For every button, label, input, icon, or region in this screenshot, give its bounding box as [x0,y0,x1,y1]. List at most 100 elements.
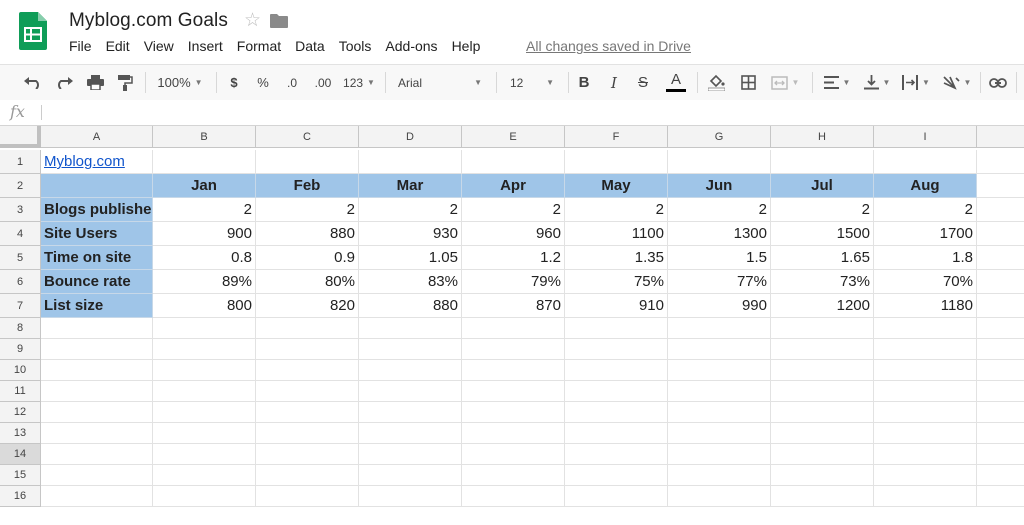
cell[interactable] [153,444,256,465]
cell[interactable] [462,444,565,465]
decrease-decimal-button[interactable]: .0 [281,65,303,100]
column-header[interactable]: H [771,126,874,148]
value-cell[interactable]: 2 [771,198,874,222]
print-button[interactable] [84,65,106,100]
value-cell[interactable]: 900 [153,222,256,246]
value-cell[interactable]: 910 [565,294,668,318]
cell[interactable] [153,423,256,444]
cell[interactable] [359,318,462,339]
cell[interactable] [977,318,1024,339]
borders-button[interactable] [737,65,759,100]
cell[interactable] [359,381,462,402]
insert-link-button[interactable] [987,65,1009,100]
metric-label-cell[interactable]: Site Users [41,222,153,246]
text-rotation-button[interactable]: ▼ [940,65,974,100]
cell[interactable] [977,222,1024,246]
row-header[interactable]: 6 [0,270,41,294]
cell[interactable] [977,486,1024,507]
cell[interactable] [565,381,668,402]
cell[interactable] [977,150,1024,174]
cell[interactable] [153,318,256,339]
cell[interactable] [41,465,153,486]
cell[interactable] [256,486,359,507]
cell[interactable] [874,465,977,486]
cell[interactable] [462,150,565,174]
value-cell[interactable]: 70% [874,270,977,294]
cell[interactable] [977,423,1024,444]
column-header[interactable]: C [256,126,359,148]
cell[interactable] [668,423,771,444]
month-header-cell[interactable]: Aug [874,174,977,198]
cell[interactable] [565,150,668,174]
menu-addons[interactable]: Add-ons [385,38,437,56]
row-header[interactable]: 13 [0,423,41,444]
value-cell[interactable]: 2 [256,198,359,222]
cell[interactable] [462,339,565,360]
cell[interactable] [256,465,359,486]
link-cell[interactable]: Myblog.com [41,150,153,174]
cell[interactable] [771,360,874,381]
value-cell[interactable]: 2 [462,198,565,222]
value-cell[interactable]: 2 [565,198,668,222]
cell[interactable] [41,381,153,402]
metric-label-cell[interactable]: Blogs published [41,198,153,222]
cell[interactable] [256,444,359,465]
column-header[interactable] [977,126,1024,148]
column-header[interactable]: D [359,126,462,148]
paint-format-button[interactable] [114,65,136,100]
row-header[interactable]: 3 [0,198,41,222]
value-cell[interactable]: 73% [771,270,874,294]
merge-cells-button[interactable]: ▼ [766,65,804,100]
cell[interactable] [565,402,668,423]
column-header[interactable]: B [153,126,256,148]
row-header[interactable]: 16 [0,486,41,507]
column-header[interactable]: F [565,126,668,148]
cell[interactable] [153,150,256,174]
cell[interactable] [771,465,874,486]
cell[interactable] [874,339,977,360]
cell[interactable] [565,486,668,507]
increase-decimal-button[interactable]: .00 [310,65,336,100]
value-cell[interactable]: 1300 [668,222,771,246]
value-cell[interactable]: 820 [256,294,359,318]
cell[interactable] [771,402,874,423]
month-header-cell[interactable]: Feb [256,174,359,198]
metric-label-cell[interactable]: Time on site [41,246,153,270]
cell[interactable] [668,381,771,402]
cell[interactable] [153,360,256,381]
cell[interactable] [359,486,462,507]
cell[interactable] [359,150,462,174]
cell[interactable] [153,402,256,423]
cell[interactable] [256,318,359,339]
cell[interactable] [565,318,668,339]
undo-button[interactable] [22,65,44,100]
cell[interactable] [977,294,1024,318]
row-header[interactable]: 9 [0,339,41,360]
menu-tools[interactable]: Tools [339,38,372,56]
cell[interactable] [462,402,565,423]
cell[interactable] [668,318,771,339]
cell[interactable] [462,381,565,402]
value-cell[interactable]: 1.65 [771,246,874,270]
bold-button[interactable]: B [575,65,593,100]
cell[interactable] [359,444,462,465]
month-header-cell[interactable]: Jun [668,174,771,198]
cell[interactable] [256,150,359,174]
value-cell[interactable]: 89% [153,270,256,294]
month-header-cell[interactable]: May [565,174,668,198]
cell[interactable] [977,246,1024,270]
font-select[interactable]: Arial ▼ [392,65,488,100]
redo-button[interactable] [53,65,75,100]
cell[interactable] [771,486,874,507]
vertical-align-button[interactable]: ▼ [860,65,894,100]
cell[interactable] [771,318,874,339]
cell[interactable] [41,360,153,381]
folder-icon[interactable] [270,13,288,28]
cell[interactable] [41,486,153,507]
value-cell[interactable]: 1.05 [359,246,462,270]
cell[interactable] [565,339,668,360]
value-cell[interactable]: 2 [668,198,771,222]
value-cell[interactable]: 83% [359,270,462,294]
menu-file[interactable]: File [69,38,92,56]
value-cell[interactable]: 75% [565,270,668,294]
